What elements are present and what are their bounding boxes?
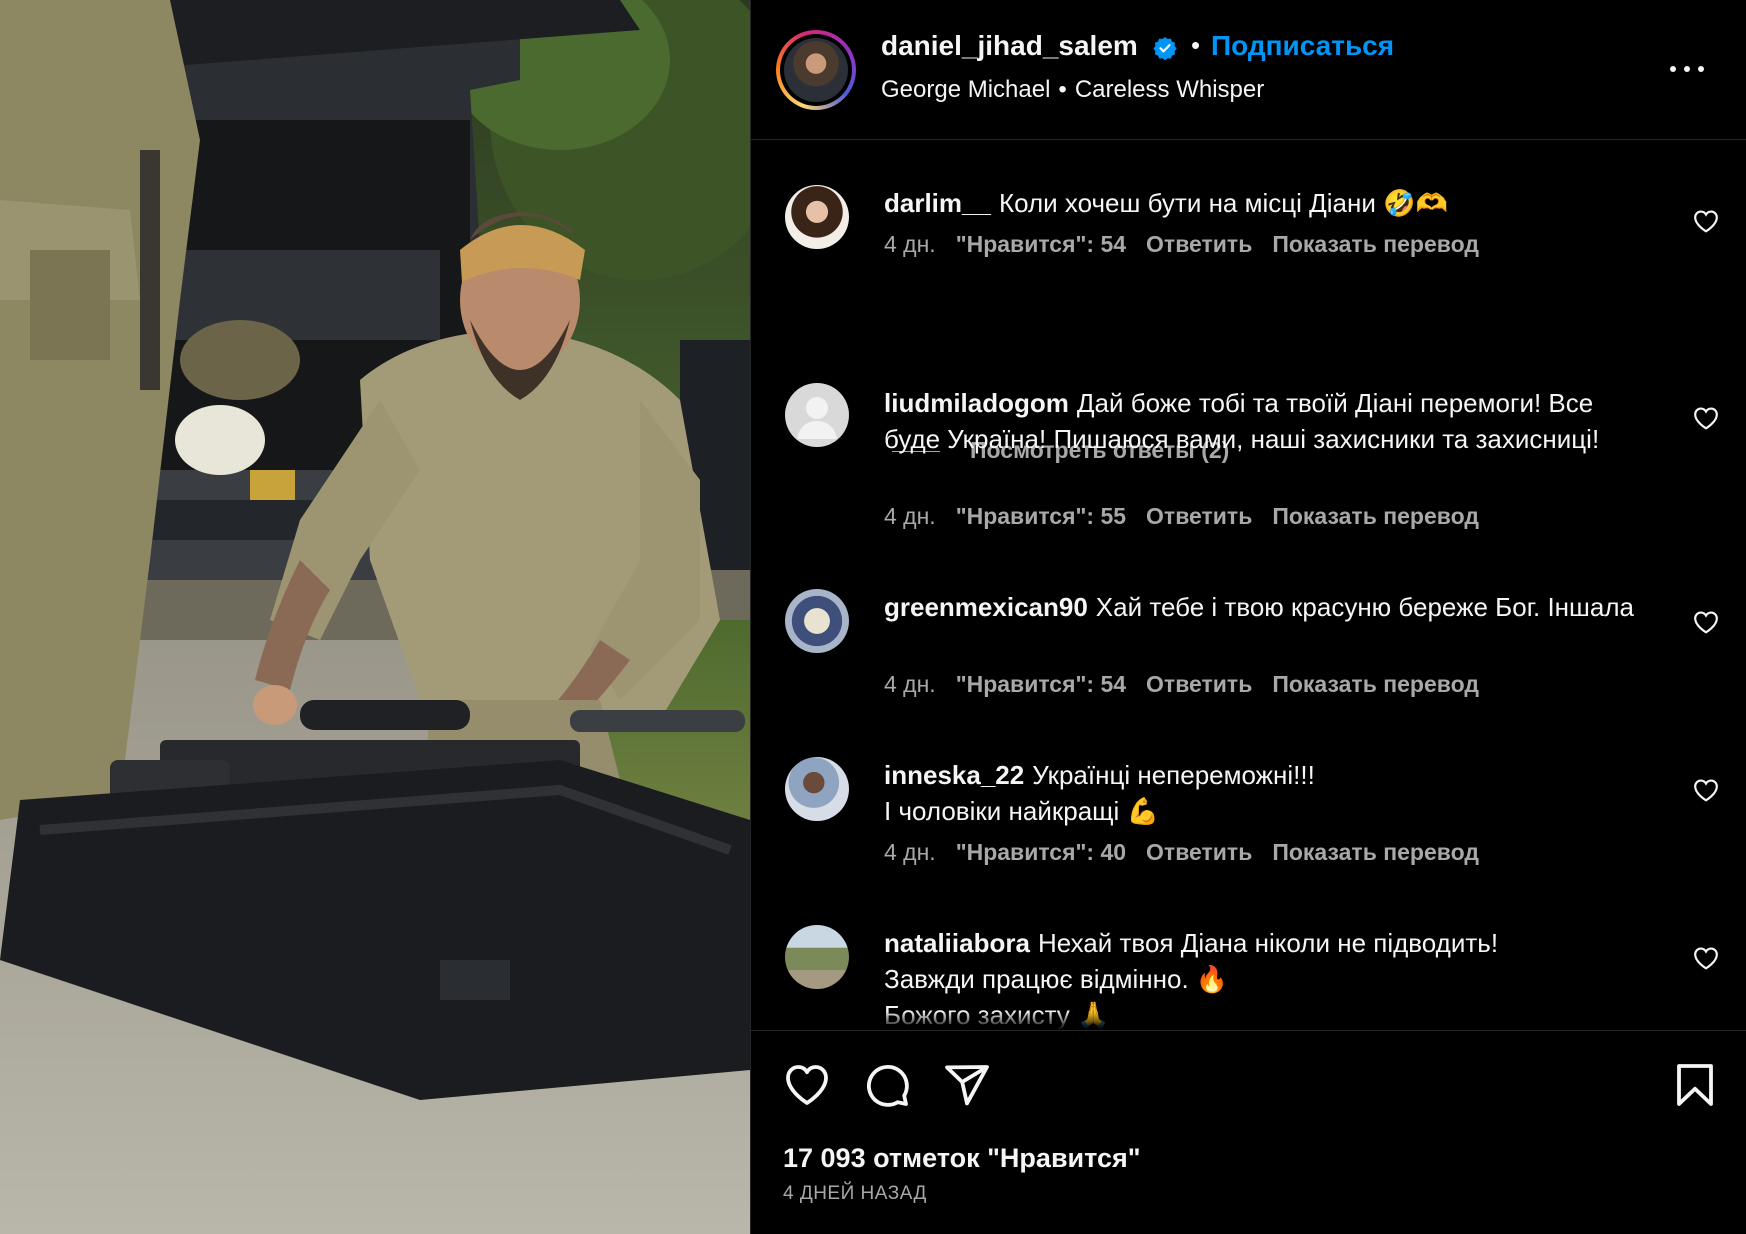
comment-text: darlim__ Коли хочеш бути на місці Діани 🤣… — [884, 185, 1644, 221]
translate-button[interactable]: Показать перевод — [1272, 503, 1479, 529]
post-timestamp[interactable]: 4 ДНЕЙ НАЗАД — [783, 1183, 927, 1205]
comment-age: 4 дн. — [884, 503, 936, 529]
reply-button[interactable]: Ответить — [1146, 503, 1252, 529]
comment-like-heart-icon[interactable] — [1693, 610, 1719, 634]
comment-meta: 4 дн. "Нравится": 54 Ответить Показать пере… — [884, 671, 1499, 698]
comment-meta: 4 дн. "Нравится": 40 Ответить Показать пере… — [884, 839, 1499, 866]
post-actions-footer: 17 093 отметок "Нравится" 4 ДНЕЙ НАЗАД — [751, 1030, 1746, 1234]
post-photo — [0, 0, 750, 1234]
comment-likes[interactable]: "Нравится": 55 — [956, 503, 1126, 529]
comment-username[interactable]: darlim__ — [884, 188, 991, 218]
comment-like-heart-icon[interactable] — [1693, 778, 1719, 802]
audio-title: Careless Whisper — [1074, 76, 1265, 103]
comment-age: 4 дн. — [884, 671, 936, 697]
comment-icon[interactable] — [863, 1061, 911, 1109]
header-separator: • — [1191, 30, 1201, 60]
post-details-panel: daniel_jihad_salem • Подписаться George … — [750, 0, 1746, 1234]
reply-button[interactable]: Ответить — [1146, 671, 1252, 697]
comments-list[interactable]: darlim__ Коли хочеш бути на місці Діани 🤣… — [751, 141, 1746, 1030]
comment-likes[interactable]: "Нравится": 54 — [956, 671, 1126, 697]
verified-badge-icon — [1153, 36, 1177, 61]
comment-like-heart-icon[interactable] — [1693, 406, 1719, 430]
likes-count[interactable]: 17 093 отметок "Нравится" — [783, 1143, 1141, 1174]
comment-avatar[interactable] — [785, 757, 849, 821]
comment-text: inneska_22 Українці непереможні!!! І чолов… — [884, 757, 1644, 829]
translate-button[interactable]: Показать перевод — [1272, 231, 1479, 257]
comment-body-line-2: І чоловіки найкращі 💪 — [884, 796, 1159, 826]
comment-body: Нехай твоя Діана ніколи не підводить! — [1037, 928, 1499, 958]
comment-username[interactable]: liudmiladogom — [884, 388, 1069, 418]
scroll-fade — [751, 1011, 1746, 1030]
author-avatar[interactable] — [776, 30, 856, 110]
reply-button[interactable]: Ответить — [1146, 839, 1252, 865]
comment-username[interactable]: greenmexican90 — [884, 592, 1088, 622]
comment-likes[interactable]: "Нравится": 54 — [956, 231, 1126, 257]
post-media[interactable] — [0, 0, 750, 1234]
comment-meta: 4 дн. "Нравится": 55 Ответить Показать пере… — [884, 503, 1499, 530]
heart-icon[interactable] — [783, 1061, 831, 1109]
comment-avatar[interactable] — [785, 925, 849, 989]
more-options-icon[interactable] — [1667, 58, 1707, 78]
comment-meta: 4 дн. "Нравится": 54 Ответить Показать пере… — [884, 231, 1499, 258]
comment-username[interactable]: nataliiabora — [884, 928, 1030, 958]
comment-like-heart-icon[interactable] — [1693, 209, 1719, 233]
share-icon[interactable] — [943, 1061, 991, 1109]
translate-button[interactable]: Показать перевод — [1272, 839, 1479, 865]
comment-avatar-default[interactable] — [785, 383, 849, 447]
author-username[interactable]: daniel_jihad_salem — [881, 30, 1138, 62]
comment-text: liudmiladogom Дай боже тобі та твоїй Діан… — [884, 385, 1644, 457]
reply-button[interactable]: Ответить — [1146, 231, 1252, 257]
comment-body: Хай тебе і твою красуню береже Бог. Інша… — [1095, 592, 1634, 622]
comment-age: 4 дн. — [884, 231, 936, 257]
comment-likes[interactable]: "Нравится": 40 — [956, 839, 1126, 865]
comment-avatar[interactable] — [785, 185, 849, 249]
post-header: daniel_jihad_salem • Подписаться George … — [751, 0, 1746, 140]
comment-age: 4 дн. — [884, 839, 936, 865]
bookmark-icon[interactable] — [1671, 1061, 1719, 1109]
comment-text: greenmexican90 Хай тебе і твою красуню бе… — [884, 589, 1644, 625]
audio-track[interactable]: George Michael • Careless Whisper — [881, 76, 1264, 104]
comment-username[interactable]: inneska_22 — [884, 760, 1024, 790]
comment-body-line-2: Завжди працює відмінно. 🔥 — [884, 964, 1229, 994]
comment-avatar[interactable] — [785, 589, 849, 653]
comment-like-heart-icon[interactable] — [1693, 946, 1719, 970]
translate-button[interactable]: Показать перевод — [1272, 671, 1479, 697]
audio-artist: George Michael — [881, 76, 1051, 103]
follow-button[interactable]: Подписаться — [1211, 30, 1394, 62]
audio-separator: • — [1058, 76, 1067, 103]
comment-body: Українці непереможні!!! — [1032, 760, 1315, 790]
comment-body: Коли хочеш бути на місці Діани 🤣🫶 — [998, 188, 1448, 218]
